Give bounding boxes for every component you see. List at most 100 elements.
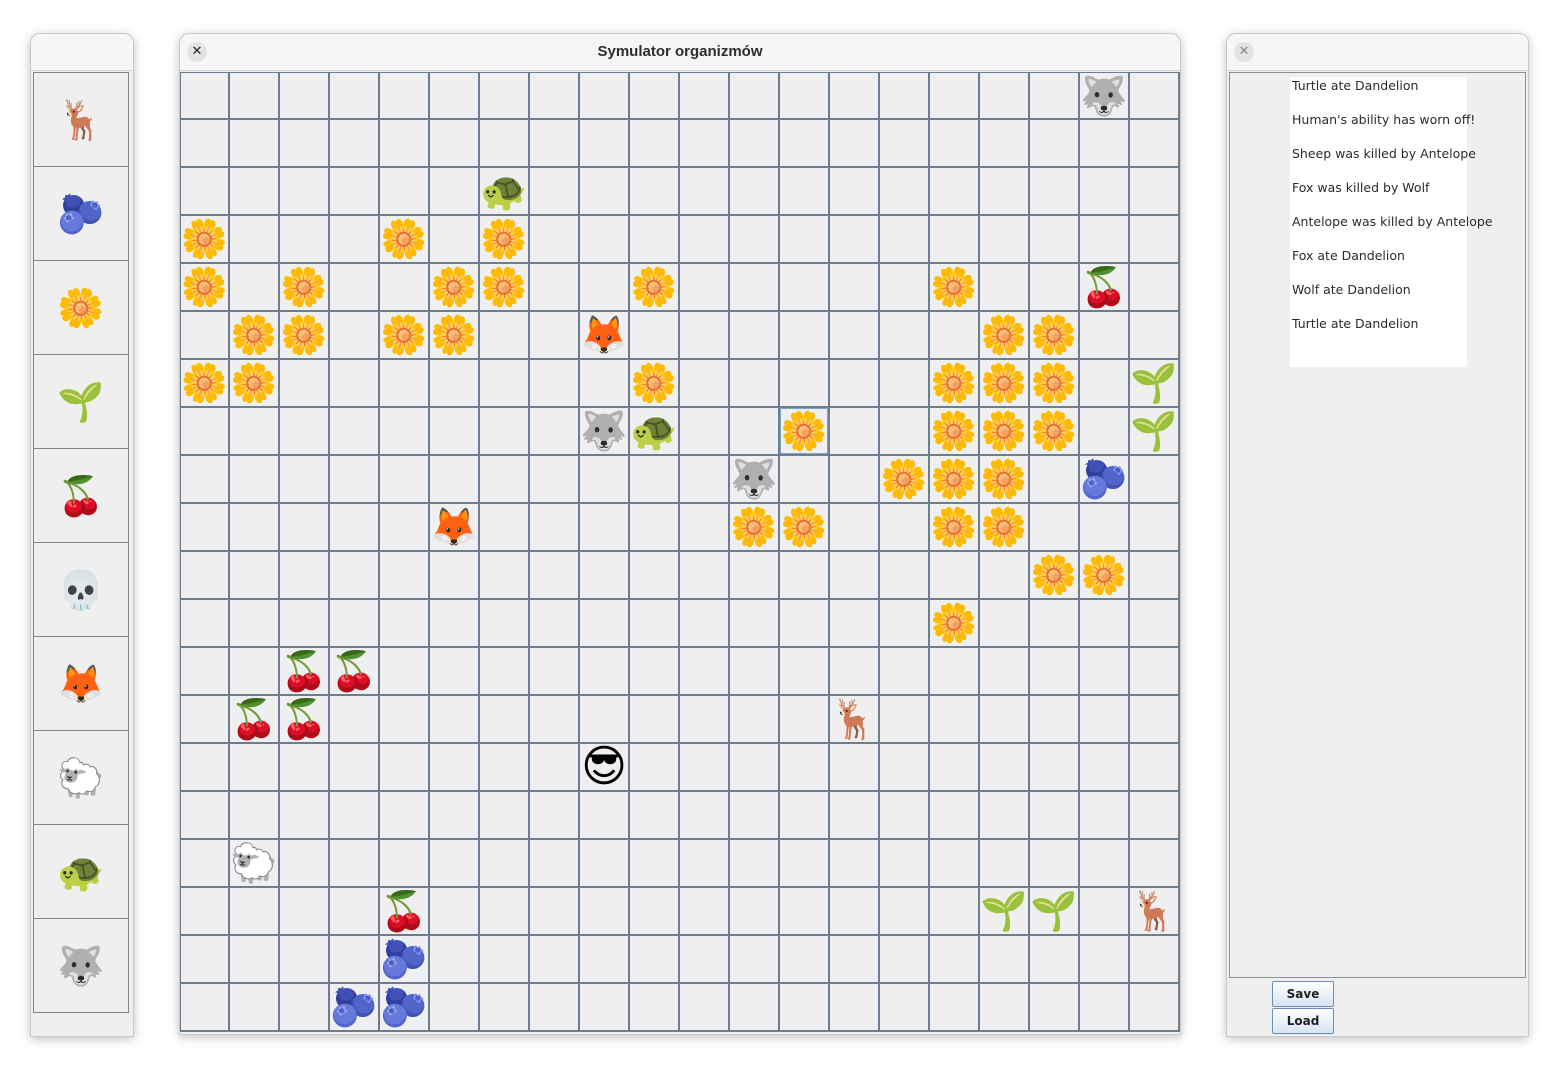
board-cell[interactable] xyxy=(980,72,1030,120)
board-cell[interactable] xyxy=(630,216,680,264)
board-cell[interactable] xyxy=(280,840,330,888)
board-cell[interactable] xyxy=(380,648,430,696)
board-cell[interactable]: 🌼 xyxy=(880,456,930,504)
board-cell[interactable] xyxy=(830,456,880,504)
board-cell[interactable] xyxy=(380,792,430,840)
board-cell[interactable] xyxy=(580,168,630,216)
board-cell[interactable] xyxy=(780,264,830,312)
board-cell[interactable] xyxy=(530,600,580,648)
board-cell[interactable] xyxy=(880,312,930,360)
board-cell[interactable] xyxy=(730,984,780,1032)
board-cell[interactable] xyxy=(480,744,530,792)
board-cell[interactable] xyxy=(230,552,280,600)
board-cell[interactable] xyxy=(180,552,230,600)
board-cell[interactable]: 🌼 xyxy=(1030,552,1080,600)
board-cell[interactable] xyxy=(1030,600,1080,648)
board-cell[interactable] xyxy=(1080,936,1130,984)
board-cell[interactable]: 🌼 xyxy=(780,504,830,552)
board-cell[interactable] xyxy=(180,600,230,648)
board-cell[interactable] xyxy=(780,120,830,168)
board-cell[interactable]: 🌼 xyxy=(380,312,430,360)
board-cell[interactable]: 🐺 xyxy=(1080,72,1130,120)
board-cell[interactable] xyxy=(230,792,280,840)
board-cell[interactable]: 🌱 xyxy=(1130,360,1180,408)
board-cell[interactable] xyxy=(180,168,230,216)
board-cell[interactable] xyxy=(430,792,480,840)
board-cell[interactable] xyxy=(680,648,730,696)
board-cell[interactable] xyxy=(980,216,1030,264)
board-cell[interactable] xyxy=(330,744,380,792)
board-cell[interactable] xyxy=(680,264,730,312)
board-cell[interactable] xyxy=(680,120,730,168)
board-cell[interactable] xyxy=(780,888,830,936)
board-cell[interactable] xyxy=(430,840,480,888)
board-cell[interactable]: 🫐 xyxy=(380,984,430,1032)
board-cell[interactable] xyxy=(630,600,680,648)
board-cell[interactable] xyxy=(180,936,230,984)
board-cell[interactable]: 🌱 xyxy=(1030,888,1080,936)
board-cell[interactable] xyxy=(230,936,280,984)
board-cell[interactable] xyxy=(730,696,780,744)
board-cell[interactable] xyxy=(880,504,930,552)
board-cell[interactable] xyxy=(830,552,880,600)
board-cell[interactable] xyxy=(580,216,630,264)
board-cell[interactable] xyxy=(680,984,730,1032)
board-cell[interactable] xyxy=(630,504,680,552)
board-cell[interactable] xyxy=(180,984,230,1032)
board-cell[interactable] xyxy=(280,504,330,552)
board-cell[interactable] xyxy=(430,936,480,984)
board-cell[interactable] xyxy=(980,648,1030,696)
board-cell[interactable] xyxy=(780,600,830,648)
board-cell[interactable] xyxy=(530,888,580,936)
board-cell[interactable] xyxy=(980,936,1030,984)
board-cell[interactable] xyxy=(1080,600,1130,648)
board-cell[interactable] xyxy=(830,888,880,936)
board-cell[interactable]: 🫐 xyxy=(380,936,430,984)
board-cell[interactable] xyxy=(780,360,830,408)
board-cell[interactable] xyxy=(1030,120,1080,168)
board-cell[interactable] xyxy=(1130,72,1180,120)
board-cell[interactable] xyxy=(530,792,580,840)
board-cell[interactable] xyxy=(830,792,880,840)
legend-item-fox[interactable]: 🦊 xyxy=(33,636,129,731)
board-cell[interactable] xyxy=(280,552,330,600)
board-cell[interactable] xyxy=(580,936,630,984)
board-cell[interactable]: 🦌 xyxy=(830,696,880,744)
board-cell[interactable] xyxy=(780,744,830,792)
board-cell[interactable]: 🌱 xyxy=(980,888,1030,936)
board-cell[interactable] xyxy=(680,744,730,792)
board-cell[interactable] xyxy=(1080,984,1130,1032)
board-cell[interactable] xyxy=(680,408,730,456)
board-cell[interactable] xyxy=(380,168,430,216)
board-cell[interactable] xyxy=(430,984,480,1032)
legend-item-grass[interactable]: 🌱 xyxy=(33,354,129,449)
board-cell[interactable] xyxy=(480,120,530,168)
board-cell[interactable] xyxy=(330,552,380,600)
board-cell[interactable] xyxy=(580,984,630,1032)
board-cell[interactable]: 🌼 xyxy=(980,312,1030,360)
board-cell[interactable] xyxy=(1030,72,1080,120)
board-cell[interactable] xyxy=(780,696,830,744)
board-cell[interactable] xyxy=(580,888,630,936)
board-cell[interactable]: 🌼 xyxy=(180,264,230,312)
legend-item-guarana[interactable]: 🍒 xyxy=(33,448,129,543)
board-cell[interactable] xyxy=(980,600,1030,648)
board-cell[interactable] xyxy=(530,216,580,264)
board-cell[interactable] xyxy=(580,552,630,600)
board-cell[interactable] xyxy=(180,648,230,696)
board-cell[interactable] xyxy=(680,312,730,360)
board-cell[interactable] xyxy=(380,744,430,792)
board-cell[interactable] xyxy=(580,840,630,888)
board-cell[interactable] xyxy=(480,792,530,840)
board-cell[interactable]: 🫐 xyxy=(330,984,380,1032)
board-cell[interactable] xyxy=(1080,840,1130,888)
board-cell[interactable] xyxy=(380,696,430,744)
board-cell[interactable] xyxy=(780,216,830,264)
board-cell[interactable]: 🌼 xyxy=(230,312,280,360)
board-cell[interactable] xyxy=(830,120,880,168)
board-cell[interactable] xyxy=(1130,504,1180,552)
board-cell[interactable] xyxy=(380,120,430,168)
board-cell[interactable] xyxy=(930,312,980,360)
board-cell[interactable] xyxy=(230,216,280,264)
load-button[interactable]: Load xyxy=(1272,1008,1334,1034)
